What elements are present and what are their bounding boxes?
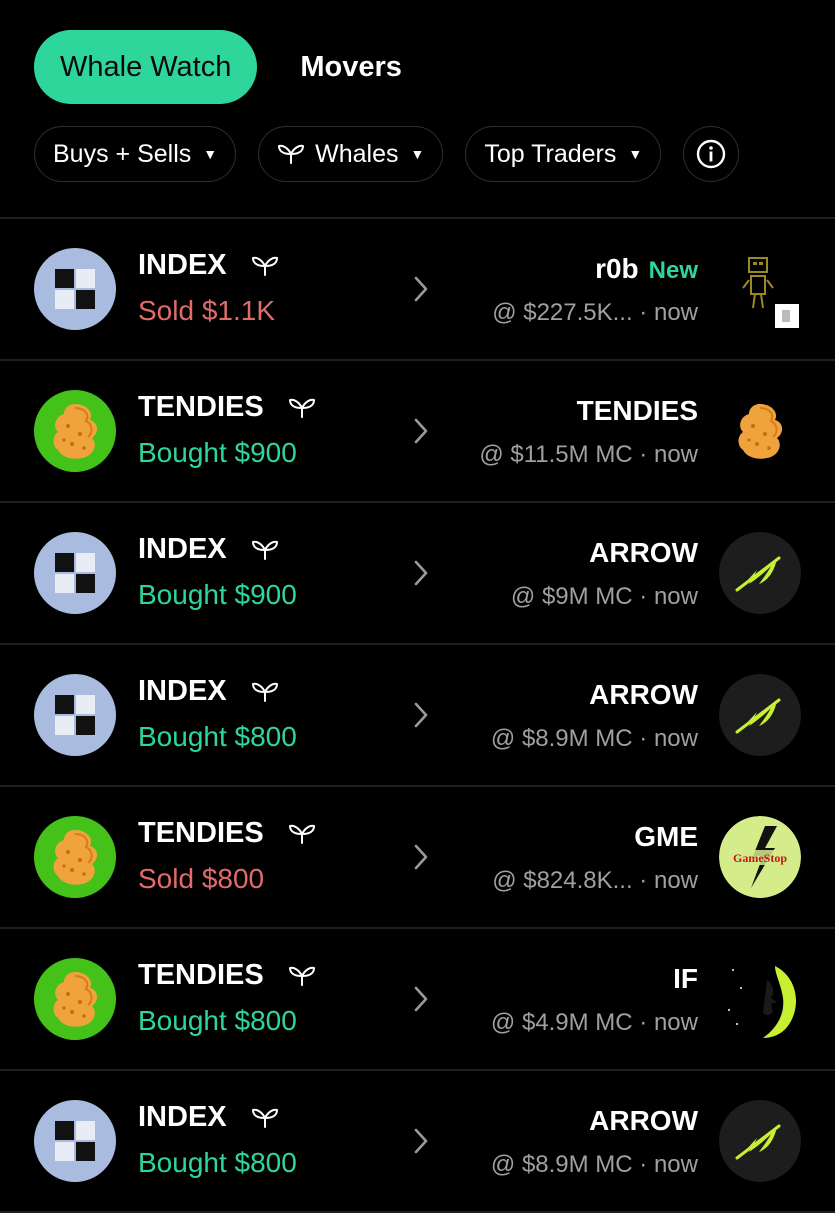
trader-name-label: INDEX bbox=[138, 675, 227, 707]
trader-name: TENDIES bbox=[138, 817, 316, 850]
token-name: ARROW bbox=[589, 679, 698, 711]
trade-row[interactable]: INDEX Bought $800 ARROW @ $8.9M MC · now bbox=[0, 1071, 835, 1213]
tab-whale-watch[interactable]: Whale Watch bbox=[34, 30, 258, 104]
chevron-right-icon bbox=[412, 842, 430, 877]
buys-sells-filter[interactable]: Buys + Sells ▼ bbox=[34, 126, 237, 182]
token-name: GME bbox=[634, 821, 698, 853]
arrow-leaf-icon[interactable] bbox=[719, 1100, 801, 1182]
trade-row[interactable]: INDEX Sold $1.1K r0b New @ $227.5K... · now bbox=[0, 219, 835, 361]
gamestop-icon[interactable]: GameStop bbox=[719, 816, 801, 898]
tendies-icon[interactable] bbox=[719, 390, 801, 472]
token-name-label: ARROW bbox=[589, 537, 698, 568]
trade-action: Sold $800 bbox=[138, 863, 265, 894]
caret-down-icon: ▼ bbox=[203, 146, 218, 162]
whale-tail-icon bbox=[276, 965, 316, 987]
trader-name: TENDIES bbox=[138, 959, 316, 992]
market-cap-time: @ $227.5K... · now bbox=[492, 299, 698, 326]
caret-down-icon: ▼ bbox=[628, 146, 643, 162]
chevron-right-icon bbox=[412, 558, 430, 593]
whale-tail-icon bbox=[278, 144, 305, 164]
token-name: ARROW bbox=[589, 537, 698, 569]
trader-name: INDEX bbox=[138, 249, 279, 282]
gamestop-logo-text: GameStop bbox=[733, 851, 787, 865]
r0b-robot-icon[interactable] bbox=[719, 248, 801, 330]
if-moon-icon[interactable] bbox=[719, 958, 801, 1040]
filter-label: Top Traders bbox=[484, 139, 617, 168]
index-icon[interactable] bbox=[34, 1100, 116, 1182]
index-icon[interactable] bbox=[34, 248, 116, 330]
trader-name-label: INDEX bbox=[138, 1101, 227, 1133]
token-name: ARROW bbox=[589, 1105, 698, 1137]
trade-action: Bought $800 bbox=[138, 1147, 297, 1178]
arrow-leaf-icon[interactable] bbox=[719, 674, 801, 756]
tendies-icon[interactable] bbox=[34, 958, 116, 1040]
tendies-icon[interactable] bbox=[34, 390, 116, 472]
chevron-right-icon bbox=[412, 274, 430, 309]
info-icon bbox=[697, 139, 726, 169]
trade-action: Bought $800 bbox=[138, 721, 297, 752]
caret-down-icon: ▼ bbox=[410, 146, 425, 162]
market-cap-time: @ $824.8K... · now bbox=[492, 867, 698, 894]
trader-name: INDEX bbox=[138, 675, 279, 708]
token-name-label: TENDIES bbox=[576, 395, 698, 426]
token-name-label: r0b bbox=[595, 253, 639, 284]
tab-movers[interactable]: Movers bbox=[300, 51, 402, 84]
top-traders-filter[interactable]: Top Traders ▼ bbox=[465, 126, 662, 182]
tab-bar: Whale Watch Movers bbox=[34, 30, 402, 104]
new-badge: New bbox=[648, 257, 698, 284]
trader-name: INDEX bbox=[138, 1101, 279, 1134]
trade-action: Bought $900 bbox=[138, 437, 297, 468]
token-name: r0b New bbox=[595, 253, 698, 285]
chevron-right-icon bbox=[412, 416, 430, 451]
trader-name-label: INDEX bbox=[138, 533, 227, 565]
whale-tail-icon bbox=[239, 539, 279, 561]
tendies-icon[interactable] bbox=[34, 816, 116, 898]
whales-filter[interactable]: Whales ▼ bbox=[258, 126, 444, 182]
whale-tail-icon bbox=[239, 255, 279, 277]
filter-label: Buys + Sells bbox=[53, 139, 192, 168]
trade-row[interactable]: TENDIES Bought $900 TENDIES @ $11.5M MC · n… bbox=[0, 361, 835, 503]
info-button[interactable] bbox=[683, 126, 740, 182]
trader-name-label: TENDIES bbox=[138, 817, 264, 849]
trader-name-label: TENDIES bbox=[138, 959, 264, 991]
token-name-label: IF bbox=[673, 963, 698, 994]
token-name: TENDIES bbox=[577, 395, 698, 427]
whale-tail-icon bbox=[239, 681, 279, 703]
trade-action: Bought $900 bbox=[138, 579, 297, 610]
market-cap-time: @ $8.9M MC · now bbox=[490, 725, 698, 752]
whale-tail-icon bbox=[239, 1107, 279, 1129]
index-icon[interactable] bbox=[34, 674, 116, 756]
chevron-right-icon bbox=[412, 984, 430, 1019]
market-cap-time: @ $8.9M MC · now bbox=[490, 1151, 698, 1178]
token-name-label: ARROW bbox=[589, 1105, 698, 1136]
trade-row[interactable]: TENDIES Bought $800 IF @ $4.9M MC · now bbox=[0, 929, 835, 1071]
chevron-right-icon bbox=[412, 700, 430, 735]
market-cap-time: @ $4.9M MC · now bbox=[490, 1009, 698, 1036]
trade-row[interactable]: INDEX Bought $800 ARROW @ $8.9M MC · now bbox=[0, 645, 835, 787]
trader-name: TENDIES bbox=[138, 391, 316, 424]
trader-name-label: TENDIES bbox=[138, 391, 264, 423]
trade-action: Bought $800 bbox=[138, 1005, 297, 1036]
whale-tail-icon bbox=[276, 397, 316, 419]
whale-tail-icon bbox=[276, 823, 316, 845]
filter-label: Whales bbox=[315, 139, 399, 168]
token-name-label: GME bbox=[634, 821, 698, 852]
arrow-leaf-icon[interactable] bbox=[719, 532, 801, 614]
market-cap-time: @ $11.5M MC · now bbox=[479, 441, 698, 468]
trade-row[interactable]: TENDIES Sold $800 GME @ $824.8K... · now Gam… bbox=[0, 787, 835, 929]
trader-name: INDEX bbox=[138, 533, 279, 566]
token-name: IF bbox=[673, 963, 698, 995]
trade-action: Sold $1.1K bbox=[138, 295, 275, 326]
index-icon[interactable] bbox=[34, 532, 116, 614]
filter-bar: Buys + Sells ▼ Whales ▼ Top Traders ▼ bbox=[34, 126, 740, 182]
trade-row[interactable]: INDEX Bought $900 ARROW @ $9M MC · now bbox=[0, 503, 835, 645]
token-name-label: ARROW bbox=[589, 679, 698, 710]
market-cap-time: @ $9M MC · now bbox=[510, 583, 698, 610]
chevron-right-icon bbox=[412, 1126, 430, 1161]
trade-list: INDEX Sold $1.1K r0b New @ $227.5K... · now T… bbox=[0, 219, 835, 1213]
trader-name-label: INDEX bbox=[138, 249, 227, 281]
